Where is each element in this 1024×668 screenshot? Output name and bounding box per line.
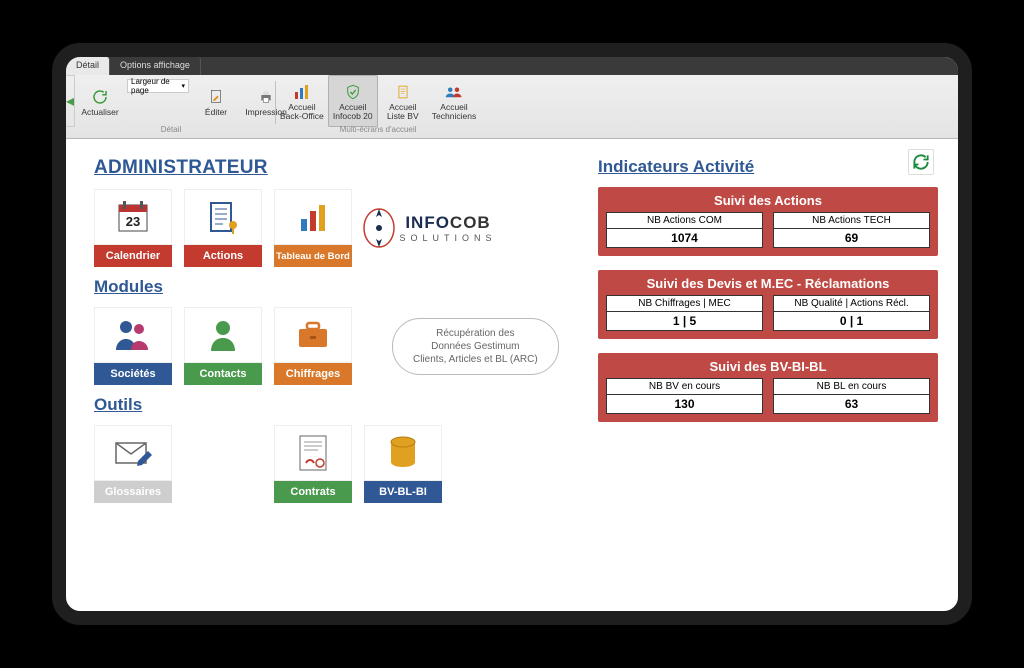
- ribbon-group-detail-caption: Détail: [66, 125, 276, 134]
- card-nb-actions-tech: NB Actions TECH 69: [773, 212, 930, 248]
- tile-contrats[interactable]: Contrats: [274, 425, 352, 503]
- tab-detail[interactable]: Détail: [66, 57, 110, 75]
- editer-button[interactable]: Éditer: [191, 75, 241, 127]
- calendar-icon: 23: [94, 189, 172, 245]
- tile-tableau-de-bord[interactable]: Tableau de Bord: [274, 189, 352, 267]
- ribbon: ◂ Actualiser Largeur de page ▾: [66, 75, 958, 139]
- compass-icon: [362, 207, 396, 249]
- tab-bar: Détail Options affichage: [66, 57, 958, 75]
- tile-societes[interactable]: Sociétés: [94, 307, 172, 385]
- section-modules: Modules: [94, 277, 582, 297]
- tile-calendrier[interactable]: 23 Calendrier: [94, 189, 172, 267]
- card-nb-bl: NB BL en cours 63: [773, 378, 930, 414]
- panel-suivi-actions: Suivi des Actions NB Actions COM 1074 NB…: [598, 187, 938, 256]
- briefcase-icon: [274, 307, 352, 363]
- list-key-icon: [184, 189, 262, 245]
- section-indicateurs: Indicateurs Activité: [598, 157, 938, 177]
- accueil-infocob-button[interactable]: Accueil Infocob 20: [328, 75, 378, 127]
- people-icon: [94, 307, 172, 363]
- card-nb-bv: NB BV en cours 130: [606, 378, 763, 414]
- card-nb-actions-com: NB Actions COM 1074: [606, 212, 763, 248]
- database-icon: [364, 425, 442, 481]
- tile-contacts[interactable]: Contacts: [184, 307, 262, 385]
- app-frame: Détail Options affichage ◂ Actualiser La…: [52, 43, 972, 625]
- tile-chiffrages[interactable]: Chiffrages: [274, 307, 352, 385]
- refresh-icon: [911, 152, 931, 172]
- accueil-back-office-button[interactable]: Accueil Back-Office: [276, 75, 328, 127]
- tile-glossaires[interactable]: Glossaires: [94, 425, 172, 503]
- panel-suivi-bv: Suivi des BV-BI-BL NB BV en cours 130 NB…: [598, 353, 938, 422]
- card-nb-qualite: NB Qualité | Actions Récl. 0 | 1: [773, 295, 930, 331]
- person-icon: [184, 307, 262, 363]
- refresh-icon: [91, 86, 109, 108]
- infocob-logo: INFOCOB SOLUTIONS: [364, 189, 494, 267]
- ribbon-left-arrow[interactable]: ◂: [66, 75, 75, 127]
- tab-options-affichage[interactable]: Options affichage: [110, 57, 201, 75]
- refresh-indicators-button[interactable]: [908, 149, 934, 175]
- contract-icon: [274, 425, 352, 481]
- tile-bv-bl-bi[interactable]: BV-BL-BI: [364, 425, 442, 503]
- card-nb-chiffrages: NB Chiffrages | MEC 1 | 5: [606, 295, 763, 331]
- accueil-liste-bv-button[interactable]: Accueil Liste BV: [378, 75, 428, 127]
- envelope-pen-icon: [94, 425, 172, 481]
- gestimum-button[interactable]: Récupération des Données Gestimum Client…: [392, 318, 559, 375]
- accueil-techniciens-button[interactable]: Accueil Techniciens: [428, 75, 480, 127]
- document-icon: [396, 81, 410, 103]
- zoom-select[interactable]: Largeur de page ▾: [127, 79, 189, 93]
- bar-chart-icon: [274, 189, 352, 245]
- shield-check-icon: [345, 81, 361, 103]
- printer-icon: [257, 86, 275, 108]
- panel-suivi-devis: Suivi des Devis et M.EC - Réclamations N…: [598, 270, 938, 339]
- chevron-down-icon: ▾: [182, 82, 186, 90]
- users-icon: [445, 81, 463, 103]
- tile-actions[interactable]: Actions: [184, 189, 262, 267]
- edit-page-icon: [208, 86, 224, 108]
- actualiser-button[interactable]: Actualiser: [75, 75, 125, 127]
- section-administrateur: ADMINISTRATEUR: [94, 157, 582, 179]
- ribbon-group-multi-caption: Multi-écrans d'accueil: [276, 125, 480, 134]
- bars-chart-icon: [294, 81, 310, 103]
- svg-text:23: 23: [126, 214, 140, 229]
- section-outils: Outils: [94, 395, 582, 415]
- content-area: ADMINISTRATEUR 23 Calendrier Actions: [66, 139, 958, 611]
